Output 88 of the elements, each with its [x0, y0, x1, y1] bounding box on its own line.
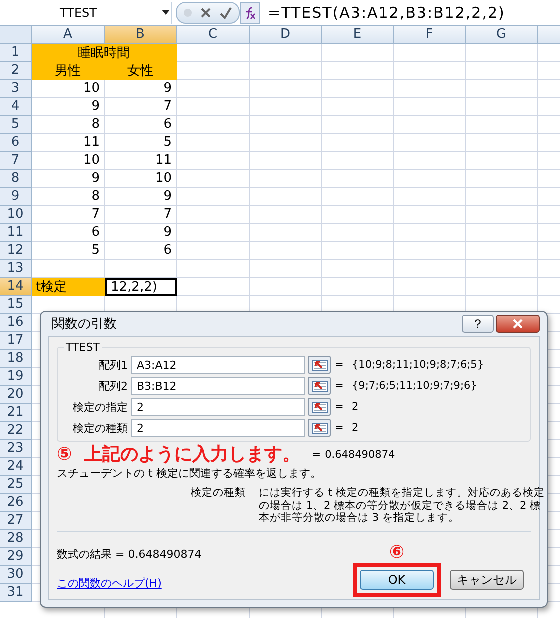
insert-function-button[interactable] — [240, 2, 260, 24]
row-header[interactable]: 1 — [0, 44, 32, 62]
row-header[interactable]: 12 — [0, 242, 32, 260]
row-header[interactable]: 26 — [0, 494, 32, 512]
dropdown-icon — [161, 10, 171, 16]
parameter-help: には実行する t 検定の種類を指定します。対応のある検定の場合は 1、2 標本の等分散が仮定できる場合は 2、2 標本が非等分散の場合は 3 を指定します。 — [259, 487, 546, 525]
range-picker-button[interactable] — [308, 398, 331, 416]
row-header[interactable]: 13 — [0, 260, 32, 278]
help-button[interactable]: ? — [462, 315, 494, 333]
row-header[interactable]: 23 — [0, 440, 32, 458]
column-header[interactable]: D — [250, 26, 322, 44]
annotation-text: 上記のように入力します。 — [84, 445, 300, 465]
function-name: TTEST — [65, 341, 101, 354]
row-header[interactable]: 25 — [0, 476, 32, 494]
argument-field[interactable]: B3:B12 — [131, 377, 305, 395]
argument-label: 配列2 — [98, 378, 128, 394]
row-header[interactable]: 19 — [0, 368, 32, 386]
row-header[interactable]: 3 — [0, 80, 32, 98]
equals-sign: = — [335, 380, 345, 392]
circle-icon — [183, 8, 193, 18]
row-header[interactable]: 21 — [0, 404, 32, 422]
column-header[interactable]: E — [322, 26, 394, 44]
row-header[interactable]: 9 — [0, 188, 32, 206]
argument-result: {9;7;6;5;11;10;9;7;9;6} — [352, 380, 478, 392]
column-header[interactable]: B — [105, 26, 177, 44]
row-header[interactable]: 6 — [0, 134, 32, 152]
row-header[interactable]: 16 — [0, 314, 32, 332]
help-link[interactable]: この関数のヘルプ(H) — [57, 576, 202, 591]
row-header[interactable]: 18 — [0, 350, 32, 368]
equals-sign: = — [335, 359, 345, 371]
argument-result: {10;9;8;11;10;9;8;7;6;5} — [352, 359, 486, 371]
dialog-title: 関数の引数 — [51, 316, 117, 333]
name-box[interactable]: TTEST — [0, 2, 172, 24]
row-header[interactable]: 10 — [0, 206, 32, 224]
row-header[interactable]: 15 — [0, 296, 32, 314]
row-header[interactable]: 20 — [0, 386, 32, 404]
row-header[interactable]: 30 — [0, 566, 32, 584]
function-description: スチューデントの t 検定に関連する確率を返します。 — [57, 466, 322, 481]
close-icon — [512, 319, 524, 329]
fx-icon — [243, 6, 257, 20]
argument-field[interactable]: A3:A12 — [131, 356, 305, 374]
table-cell: 睡眠時間 — [32, 44, 177, 62]
row-header[interactable]: 22 — [0, 422, 32, 440]
cancel-icon — [199, 6, 213, 20]
equals-sign: = — [312, 449, 322, 461]
equals-sign: = — [335, 422, 345, 434]
check-icon — [219, 6, 233, 20]
row-header[interactable]: 5 — [0, 116, 32, 134]
argument-label: 配列1 — [98, 358, 128, 372]
cancel-button[interactable]: キャンセル — [450, 570, 524, 590]
row-header[interactable]: 27 — [0, 512, 32, 530]
active-cell: 12,2,2) — [105, 278, 177, 296]
formula-result: 数式の結果 = 0.648490874 — [57, 547, 202, 562]
function-result: 0.648490874 — [325, 449, 396, 461]
equals-sign: = — [335, 401, 345, 413]
column-header[interactable]: G — [466, 26, 538, 44]
range-picker-button[interactable] — [308, 419, 331, 437]
step-number: ⑤ — [57, 445, 72, 465]
row-header[interactable]: 28 — [0, 530, 32, 548]
table-cell: 男性 — [32, 62, 105, 80]
table-cell: t検定 — [32, 278, 105, 296]
row-header[interactable]: 24 — [0, 458, 32, 476]
argument-result: 2 — [352, 401, 360, 413]
table-cell: 女性 — [105, 62, 177, 80]
step-number: ⑥ — [389, 543, 405, 563]
argument-field[interactable]: 2 — [131, 419, 305, 437]
range-picker-button[interactable] — [308, 377, 331, 395]
column-header[interactable]: A — [32, 26, 105, 44]
argument-field[interactable]: 2 — [131, 398, 305, 416]
row-header[interactable]: 8 — [0, 170, 32, 188]
row-header[interactable]: 31 — [0, 584, 32, 602]
parameter-name: 検定の種類 — [191, 487, 247, 501]
column-header[interactable]: F — [394, 26, 466, 44]
argument-label: 検定の指定 — [72, 400, 128, 414]
formula-text[interactable]: =TTEST(A3:A12,B3:B12,2,2) — [268, 4, 506, 22]
range-picker-button[interactable] — [308, 356, 331, 374]
ok-button[interactable]: OK — [360, 570, 434, 590]
argument-label: 検定の種類 — [72, 420, 128, 436]
row-header[interactable]: 14 — [0, 278, 32, 296]
row-header[interactable]: 2 — [0, 62, 32, 80]
row-header[interactable]: 29 — [0, 548, 32, 566]
row-header[interactable]: 4 — [0, 98, 32, 116]
close-button[interactable] — [496, 315, 540, 333]
row-header[interactable]: 7 — [0, 152, 32, 170]
row-header[interactable]: 17 — [0, 332, 32, 350]
row-header[interactable]: 11 — [0, 224, 32, 242]
argument-result: 2 — [352, 422, 360, 434]
column-header[interactable]: C — [177, 26, 250, 44]
